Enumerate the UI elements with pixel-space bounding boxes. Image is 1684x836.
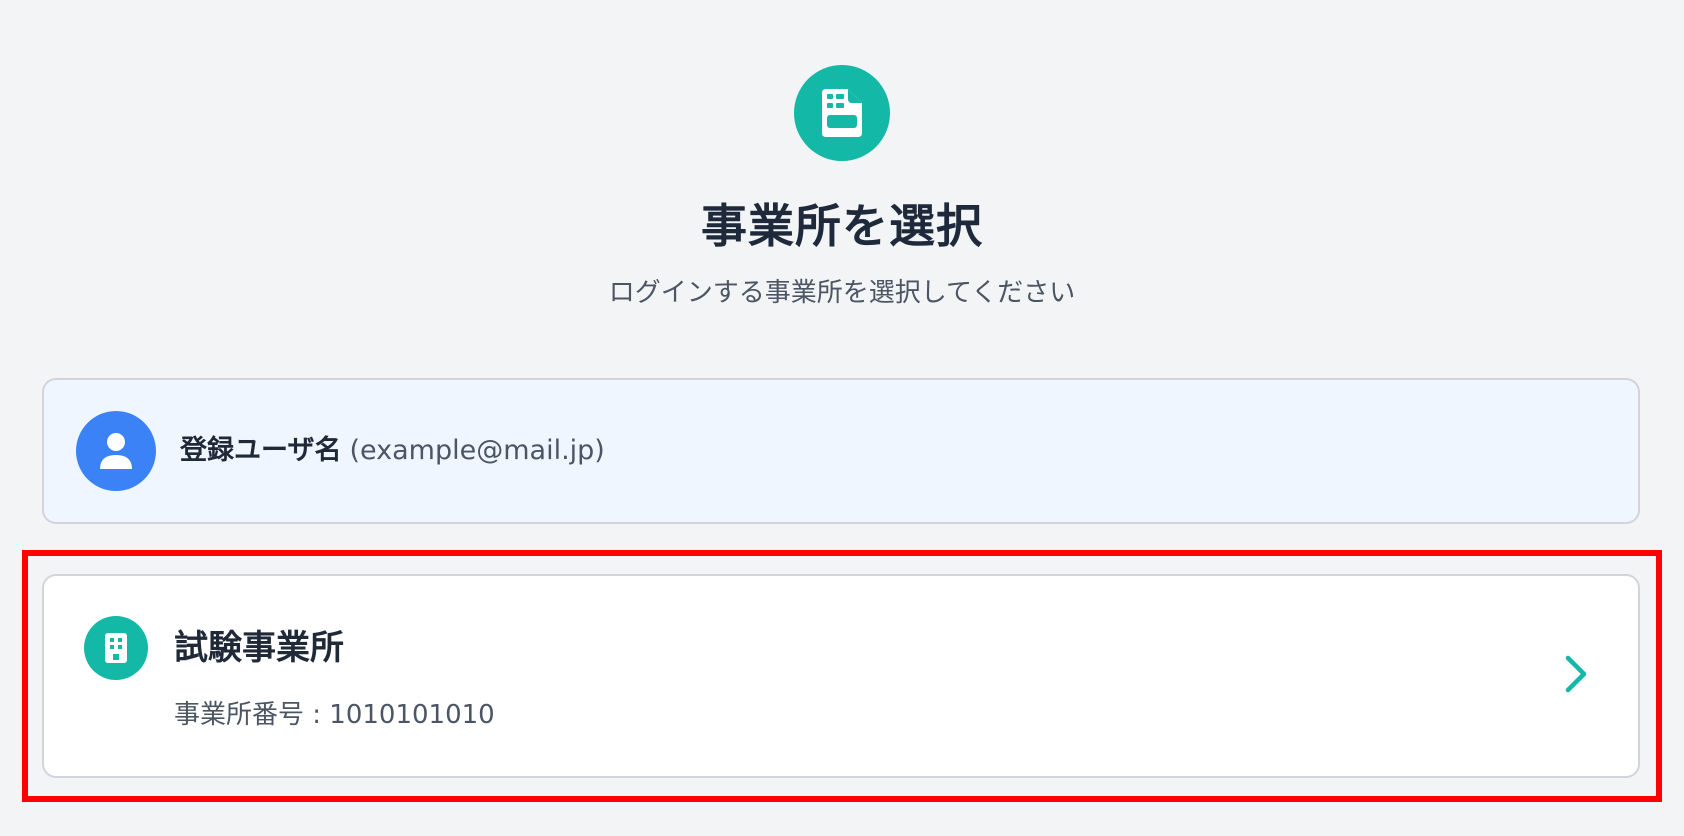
- user-email: (example@mail.jp): [349, 435, 605, 466]
- office-card[interactable]: 試験事業所 事業所番号 : 1010101010: [42, 574, 1640, 778]
- office-name: 試験事業所: [174, 628, 344, 668]
- office-number: 事業所番号 : 1010101010: [174, 700, 495, 730]
- user-info-text: 登録ユーザ名 (example@mail.jp): [180, 433, 605, 469]
- document-icon: [794, 65, 890, 161]
- user-icon: [76, 411, 156, 491]
- chevron-right-icon[interactable]: [1562, 654, 1590, 694]
- building-icon: [84, 616, 148, 680]
- user-name: 登録ユーザ名: [180, 435, 342, 466]
- page-title: 事業所を選択: [701, 199, 983, 253]
- user-info-card: 登録ユーザ名 (example@mail.jp): [42, 378, 1640, 524]
- page-subtitle: ログインする事業所を選択してください: [608, 278, 1076, 308]
